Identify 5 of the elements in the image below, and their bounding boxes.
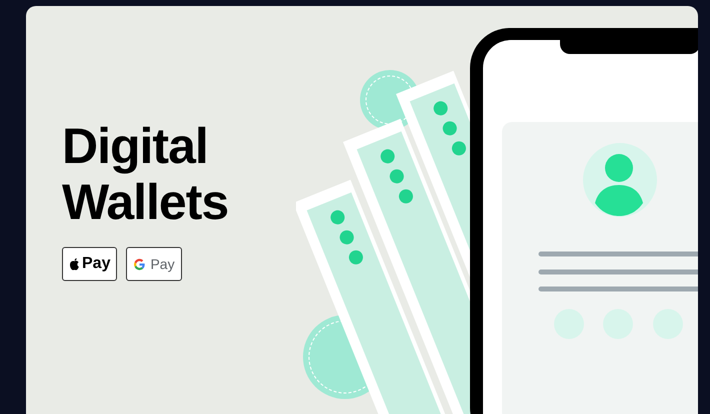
- google-logo-icon: [133, 258, 146, 270]
- apple-logo-icon: [69, 258, 80, 270]
- badge-label: Pay: [150, 254, 175, 274]
- badge-label: Pay: [82, 254, 110, 274]
- banner-title: Digital Wallets: [62, 118, 230, 230]
